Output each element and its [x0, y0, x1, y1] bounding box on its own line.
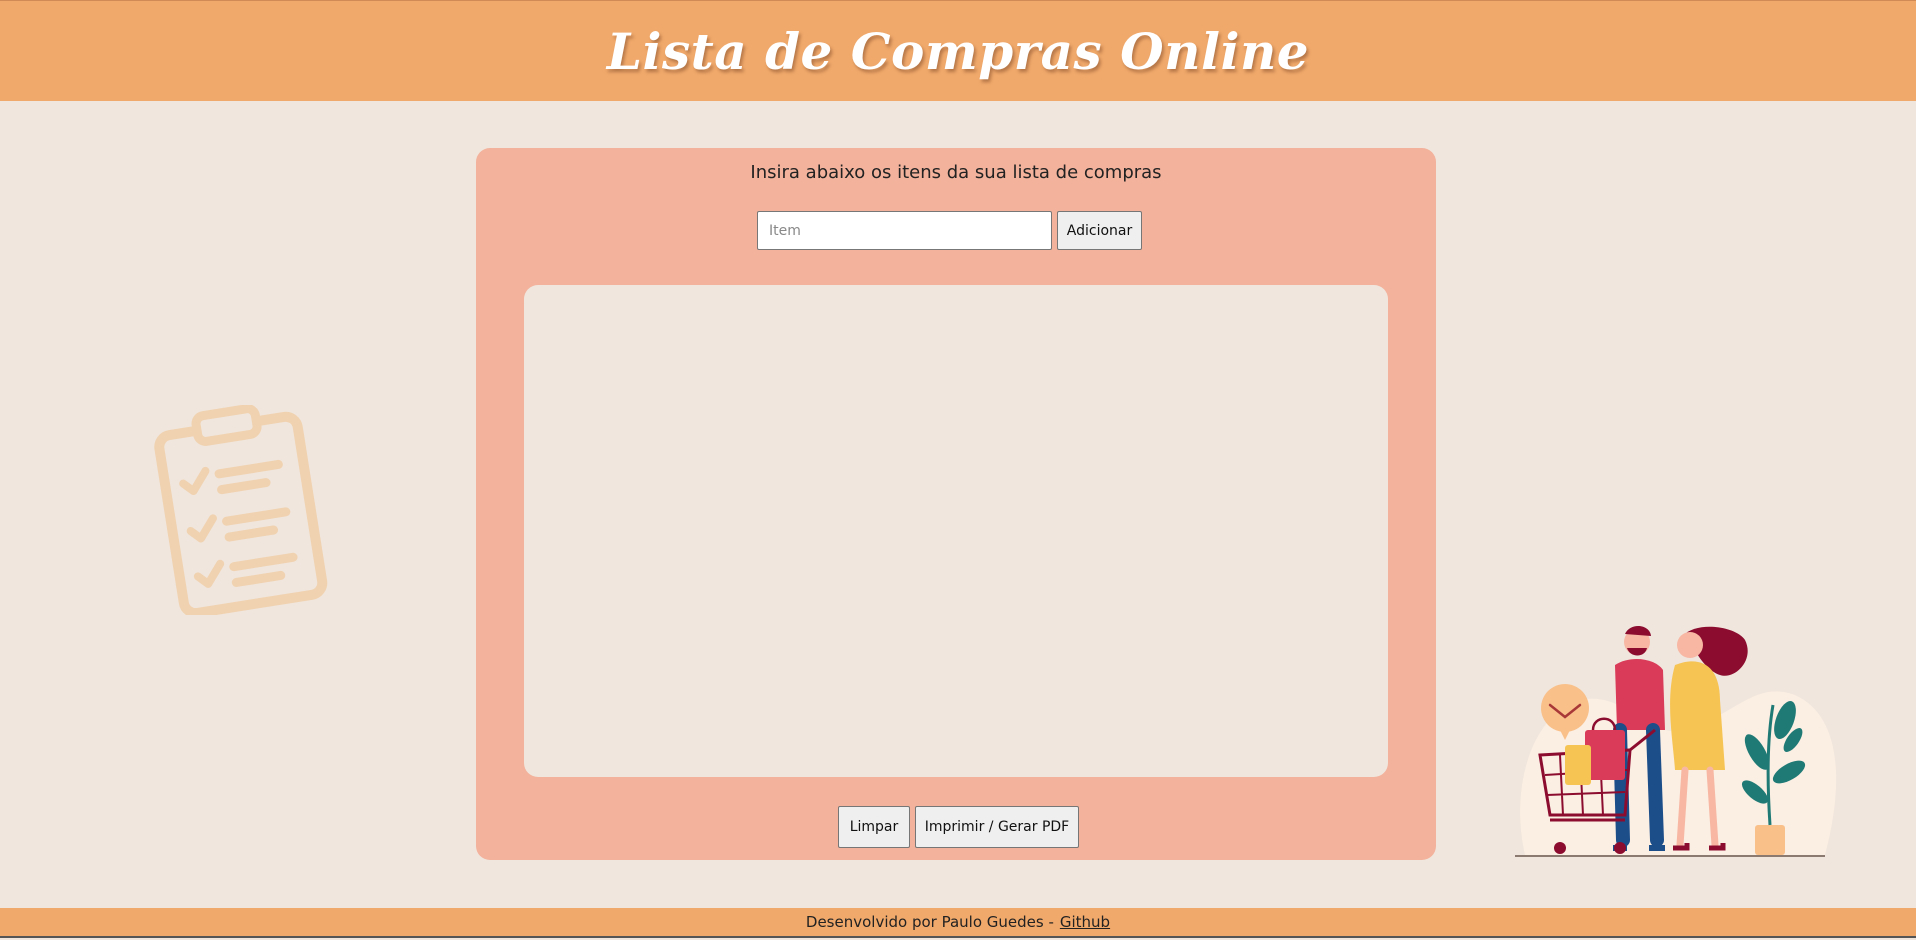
item-input[interactable]	[757, 211, 1052, 250]
heart-bubble-icon	[1541, 684, 1589, 732]
github-link[interactable]: Github	[1060, 913, 1110, 931]
print-pdf-button[interactable]: Imprimir / Gerar PDF	[915, 806, 1079, 848]
add-item-button[interactable]: Adicionar	[1057, 211, 1142, 250]
page-header: Lista de Compras Online	[0, 0, 1916, 101]
shopping-list-area	[524, 285, 1388, 777]
shopping-list-card: Insira abaixo os itens da sua lista de c…	[476, 148, 1436, 860]
page-title: Lista de Compras Online	[606, 21, 1310, 81]
instruction-text: Insira abaixo os itens da sua lista de c…	[750, 162, 1162, 183]
couple-shopping-cart-illustration	[1515, 625, 1837, 857]
clipboard-checklist-icon	[154, 405, 328, 615]
clear-button[interactable]: Limpar	[838, 806, 910, 848]
page-footer: Desenvolvido por Paulo Guedes - Github	[0, 908, 1916, 938]
footer-credit-text: Desenvolvido por Paulo Guedes -	[805, 913, 1054, 931]
